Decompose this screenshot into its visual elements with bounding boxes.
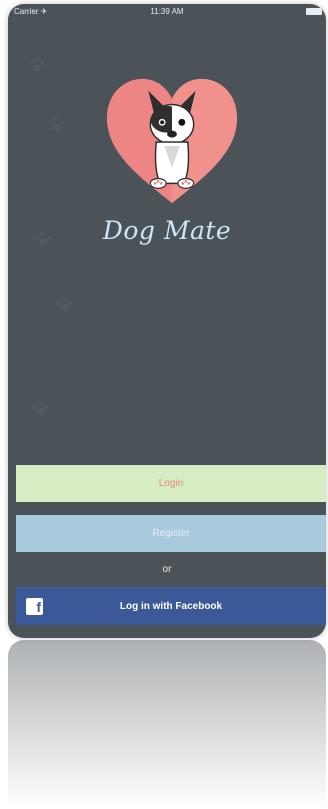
app-screen: Carrier ✈ 11:39 AM Dog Mate Login Regist… [8, 4, 326, 638]
facebook-button-label: Log in with Facebook [119, 600, 223, 612]
app-title: Dog Mate [102, 216, 232, 245]
clock: 11:39 AM [150, 7, 184, 16]
battery-icon [306, 8, 322, 15]
paw-print-icon [29, 57, 45, 72]
login-button-label: Login [158, 478, 184, 489]
paw-print-icon [49, 117, 65, 132]
heart-dog-logo-icon [106, 78, 238, 204]
register-button-label: Register [152, 528, 190, 539]
register-button[interactable]: Register [16, 515, 326, 552]
screen-reflection [8, 640, 326, 809]
paw-print-icon [33, 401, 49, 416]
facebook-login-button[interactable]: f Log in with Facebook [16, 587, 326, 625]
facebook-icon: f [26, 598, 43, 615]
or-separator: or [162, 564, 172, 575]
login-button[interactable]: Login [16, 465, 326, 502]
status-bar: Carrier ✈ 11:39 AM [8, 4, 326, 20]
paw-print-icon [57, 297, 73, 312]
